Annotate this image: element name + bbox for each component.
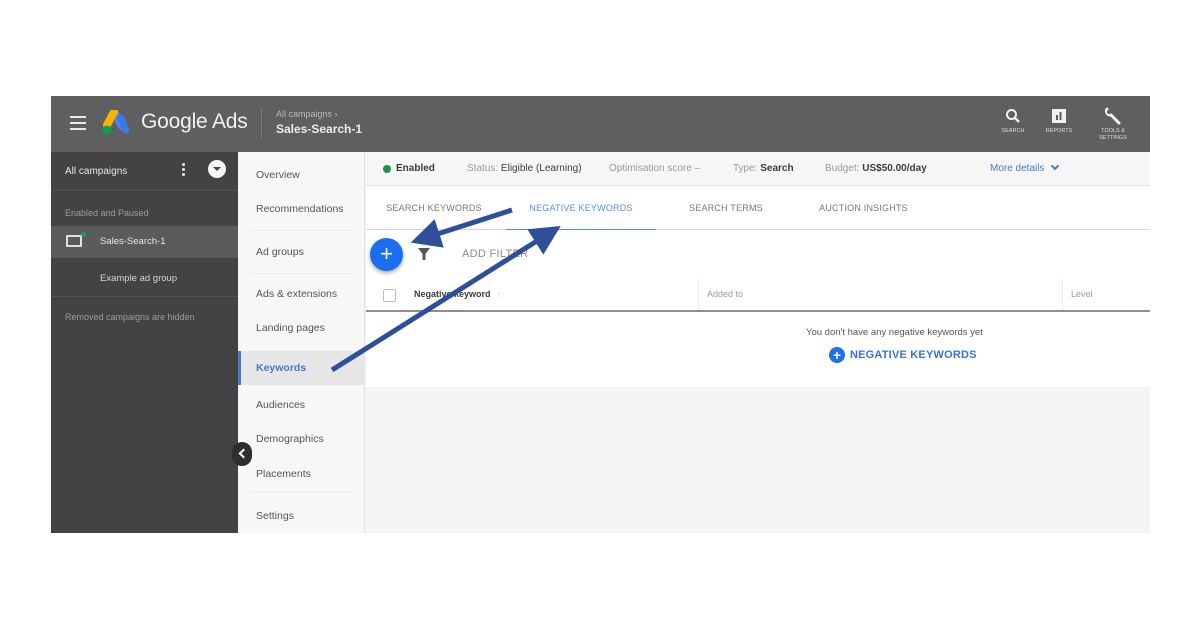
optimisation-score: Optimisation score –	[609, 163, 701, 174]
nav-overview[interactable]: Overview	[238, 158, 365, 192]
campaign-icon	[66, 235, 82, 247]
main-content: Enabled Status: Eligible (Learning) Opti…	[366, 152, 1150, 533]
all-campaigns-label[interactable]: All campaigns	[65, 166, 127, 177]
empty-state: You don't have any negative keywords yet…	[366, 312, 1150, 387]
select-all-checkbox[interactable]	[383, 289, 396, 302]
status-dot	[81, 232, 86, 237]
nav-demographics[interactable]: Demographics	[238, 422, 365, 456]
enabled-status[interactable]: Enabled	[396, 163, 435, 174]
tab-search-keywords[interactable]: SEARCH KEYWORDS	[374, 186, 494, 230]
menu-icon[interactable]	[70, 116, 86, 130]
nav-ad-groups[interactable]: Ad groups	[238, 235, 365, 269]
nav-keywords[interactable]: Keywords	[238, 351, 365, 385]
nav-landing-pages[interactable]: Landing pages	[238, 311, 365, 345]
nav-recommendations[interactable]: Recommendations	[238, 192, 365, 226]
column-added-to[interactable]: Added to	[698, 278, 1062, 310]
table-header: Negative keyword ↑ Added to Level	[366, 278, 1150, 312]
campaign-status-bar: Enabled Status: Eligible (Learning) Opti…	[366, 152, 1150, 186]
add-negative-keyword-button[interactable]: +	[370, 238, 403, 271]
column-negative-keyword[interactable]: Negative keyword ↑	[414, 278, 501, 310]
more-details-link[interactable]: More details	[990, 161, 1060, 174]
nav-audiences[interactable]: Audiences	[238, 388, 365, 422]
divider	[261, 108, 262, 138]
budget-field: Budget: US$50.00/day	[825, 163, 927, 174]
section-label: Enabled and Paused	[65, 208, 149, 218]
divider	[51, 296, 238, 297]
collapse-panel-button[interactable]	[232, 442, 252, 466]
type-field: Type: Search	[733, 163, 794, 174]
campaign-name: Sales-Search-1	[100, 236, 166, 247]
keyword-tabs: SEARCH KEYWORDS NEGATIVE KEYWORDS SEARCH…	[366, 186, 1150, 231]
table-toolbar: + ADD FILTER	[366, 230, 1150, 278]
divider	[250, 492, 355, 493]
breadcrumb-current[interactable]: Sales-Search-1	[276, 122, 362, 136]
empty-message: You don't have any negative keywords yet	[806, 327, 983, 338]
reports-button[interactable]: REPORTS	[1034, 106, 1084, 135]
campaign-tree-panel: All campaigns Enabled and Paused Sales-S…	[51, 152, 238, 533]
top-app-bar: Google Ads All campaigns › Sales-Search-…	[51, 96, 1150, 152]
tab-auction-insights[interactable]: AUCTION INSIGHTS	[806, 186, 921, 230]
tab-search-terms[interactable]: SEARCH TERMS	[676, 186, 776, 230]
nav-ads-extensions[interactable]: Ads & extensions	[238, 277, 365, 311]
removed-campaigns-note: Removed campaigns are hidden	[65, 312, 195, 322]
search-icon	[1006, 109, 1020, 123]
dropdown-icon[interactable]	[208, 160, 226, 178]
sort-icon: ↑	[496, 289, 501, 299]
campaign-item[interactable]: Sales-Search-1	[51, 226, 238, 258]
divider	[51, 190, 238, 191]
google-ads-window: Google Ads All campaigns › Sales-Search-…	[51, 96, 1150, 533]
add-circle-icon: +	[829, 347, 845, 363]
divider	[250, 273, 355, 274]
enabled-status-dot	[383, 165, 391, 173]
breadcrumb-parent[interactable]: All campaigns ›	[276, 109, 338, 119]
reports-icon	[1052, 109, 1066, 123]
divider	[250, 230, 355, 231]
brand-name: Google Ads	[141, 110, 248, 133]
add-negative-keywords-link[interactable]: + NEGATIVE KEYWORDS	[829, 347, 977, 363]
ad-group-item[interactable]: Example ad group	[100, 273, 177, 284]
content-background	[366, 387, 1150, 533]
tab-negative-keywords[interactable]: NEGATIVE KEYWORDS	[506, 186, 656, 231]
status-field: Status: Eligible (Learning)	[467, 163, 582, 174]
page-nav: Overview Recommendations Ad groups Ads &…	[238, 152, 365, 533]
add-filter-button[interactable]: ADD FILTER	[462, 248, 528, 260]
chevron-down-icon	[1051, 161, 1060, 171]
more-options-icon[interactable]	[178, 161, 188, 179]
nav-placements[interactable]: Placements	[238, 457, 365, 491]
nav-settings[interactable]: Settings	[238, 499, 365, 533]
tools-settings-button[interactable]: TOOLS & SETTINGS	[1088, 106, 1138, 142]
google-ads-logo	[102, 110, 130, 135]
filter-icon[interactable]	[417, 246, 431, 262]
column-level[interactable]: Level	[1062, 278, 1150, 310]
search-button[interactable]: SEARCH	[988, 106, 1038, 135]
wrench-icon	[1104, 107, 1121, 125]
